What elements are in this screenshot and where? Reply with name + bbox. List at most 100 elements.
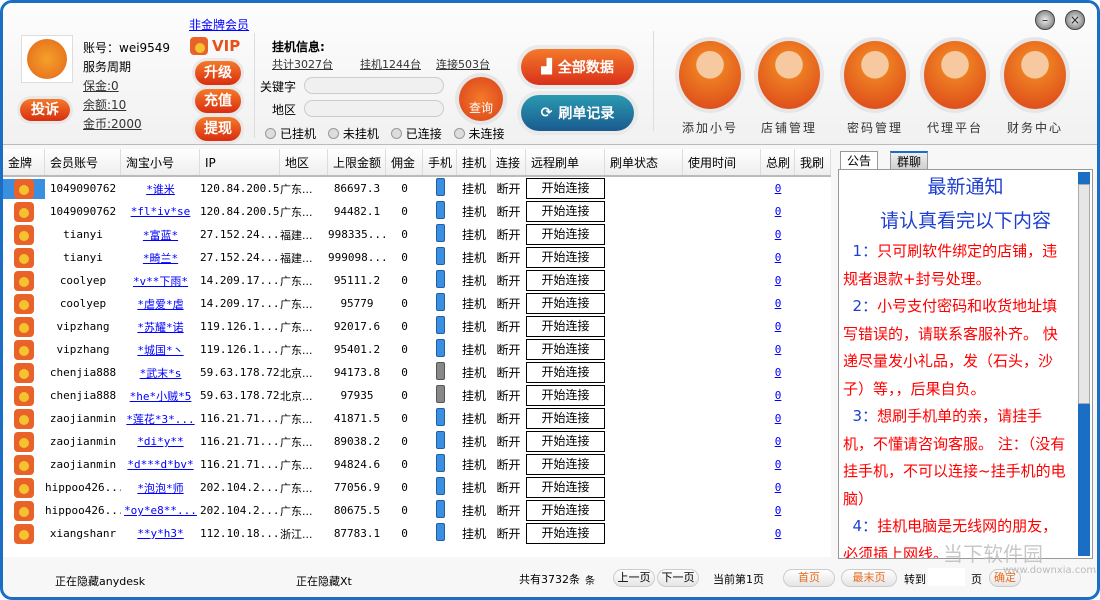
start-connect-button[interactable]: 开始连接 <box>526 454 605 475</box>
taobao-account-link[interactable]: *d***d*bv* <box>127 458 193 471</box>
start-connect-button[interactable]: 开始连接 <box>526 201 605 222</box>
agent-platform-tool[interactable]: 代理平台 <box>923 41 987 136</box>
upgrade-button[interactable]: 升级 <box>195 61 241 85</box>
total-orders-link[interactable]: 0 <box>775 366 782 379</box>
taobao-account-link[interactable]: *畸兰* <box>143 252 178 265</box>
start-connect-button[interactable]: 开始连接 <box>526 362 605 383</box>
table-row[interactable]: 1049090762 *fl*iv*se 120.84.200.5 广东... 9448… <box>3 200 831 223</box>
scrollbar-thumb[interactable] <box>1078 184 1090 404</box>
first-page-button[interactable]: 首页 <box>783 569 835 587</box>
column-header[interactable]: 挂机 <box>457 149 491 175</box>
column-header[interactable]: 佣金 <box>386 149 423 175</box>
total-orders-link[interactable]: 0 <box>775 228 782 241</box>
taobao-account-link[interactable]: *di*y** <box>137 435 183 448</box>
taobao-account-link[interactable]: *城国*丶 <box>137 344 183 357</box>
column-header[interactable]: 刷单状态 <box>605 149 683 175</box>
table-row[interactable]: hippoo426... *oy*e8**... 202.104.2... 广东...… <box>3 499 831 522</box>
taobao-account-link[interactable]: *莲花*3*... <box>126 413 194 426</box>
start-connect-button[interactable]: 开始连接 <box>526 523 605 544</box>
column-header[interactable]: 上限金额 <box>328 149 386 175</box>
column-header[interactable]: 手机 <box>423 149 457 175</box>
non-gold-member-link[interactable]: 非金牌会员 <box>189 16 249 33</box>
password-manage-tool[interactable]: 密码管理 <box>843 41 907 136</box>
table-row[interactable]: zaojianmin *d***d*bv* 116.21.71... 广东... 948… <box>3 453 831 476</box>
column-header[interactable]: 地区 <box>280 149 328 175</box>
start-connect-button[interactable]: 开始连接 <box>526 178 605 199</box>
start-connect-button[interactable]: 开始连接 <box>526 293 605 314</box>
table-row[interactable]: zaojianmin *di*y** 116.21.71... 广东... 89038.… <box>3 430 831 453</box>
deposit-link[interactable]: 保金:0 <box>83 79 119 93</box>
radio-not-hanging[interactable]: 未挂机 <box>327 127 379 141</box>
start-connect-button[interactable]: 开始连接 <box>526 247 605 268</box>
taobao-account-link[interactable]: *oy*e8**... <box>124 504 197 517</box>
total-orders-link[interactable]: 0 <box>775 274 782 287</box>
tab-group-chat[interactable]: 群聊 <box>890 151 929 171</box>
hanging-machines-link[interactable]: 挂机1244台 <box>360 56 421 72</box>
table-row[interactable]: vipzhang *城国*丶 119.126.1... 广东... 95401.2 0 挂机… <box>3 338 831 361</box>
start-connect-button[interactable]: 开始连接 <box>526 385 605 406</box>
taobao-account-link[interactable]: *fl*iv*se <box>131 205 191 218</box>
column-header[interactable]: 使用时间 <box>683 149 761 175</box>
total-orders-link[interactable]: 0 <box>775 504 782 517</box>
close-button[interactable]: × <box>1065 10 1085 30</box>
start-connect-button[interactable]: 开始连接 <box>526 500 605 521</box>
table-row[interactable]: tianyi *富蓝* 27.152.24... 福建... 998335... 0 挂机断… <box>3 223 831 246</box>
connected-machines-link[interactable]: 连接503台 <box>436 56 490 72</box>
start-connect-button[interactable]: 开始连接 <box>526 224 605 245</box>
total-orders-link[interactable]: 0 <box>775 435 782 448</box>
balance-link[interactable]: 余额:10 <box>83 98 126 112</box>
region-input[interactable] <box>304 100 444 117</box>
taobao-account-link[interactable]: *he*小贼*5 <box>130 390 192 403</box>
total-orders-link[interactable]: 0 <box>775 205 782 218</box>
taobao-account-link[interactable]: *武末*s <box>140 367 182 380</box>
table-row[interactable]: coolyep *虐爱*虐 14.209.17... 广东... 95779 0 挂机 断开开… <box>3 292 831 315</box>
total-orders-link[interactable]: 0 <box>775 481 782 494</box>
coins-link[interactable]: 金币:2000 <box>83 117 142 131</box>
column-header[interactable]: 连接 <box>491 149 526 175</box>
table-row[interactable]: xiangshanr **y*h3* 112.10.18... 浙江... 87783.… <box>3 522 831 545</box>
table-row[interactable]: 1049090762 *谁米 120.84.200.5 广东... 86697.3 0 挂机… <box>3 177 831 200</box>
total-orders-link[interactable]: 0 <box>775 297 782 310</box>
recharge-button[interactable]: 充值 <box>195 89 241 113</box>
taobao-account-link[interactable]: *v**下雨* <box>133 275 188 288</box>
next-page-button[interactable]: 下一页 <box>657 569 699 587</box>
total-orders-link[interactable]: 0 <box>775 527 782 540</box>
finance-center-tool[interactable]: 财务中心 <box>1003 41 1067 136</box>
table-row[interactable]: vipzhang *苏耀*诺 119.126.1... 广东... 92017.6 0 挂机… <box>3 315 831 338</box>
start-connect-button[interactable]: 开始连接 <box>526 477 605 498</box>
start-connect-button[interactable]: 开始连接 <box>526 408 605 429</box>
table-row[interactable]: tianyi *畸兰* 27.152.24... 福建... 999098... 0 挂机断… <box>3 246 831 269</box>
all-data-button[interactable]: ▟ 全部数据 <box>521 49 634 85</box>
column-header[interactable]: 会员账号 <box>45 149 121 175</box>
prev-page-button[interactable]: 上一页 <box>613 569 655 587</box>
goto-page-input[interactable] <box>928 568 965 586</box>
column-header[interactable]: 金牌 <box>3 149 45 175</box>
column-header[interactable]: 淘宝小号 <box>121 149 200 175</box>
add-account-tool[interactable]: 添加小号 <box>678 41 742 136</box>
taobao-account-link[interactable]: *虐爱*虐 <box>137 298 183 311</box>
keyword-input[interactable] <box>304 77 444 94</box>
column-header[interactable]: 我刷 <box>795 149 831 175</box>
total-orders-link[interactable]: 0 <box>775 343 782 356</box>
total-machines-link[interactable]: 共计3027台 <box>272 56 333 72</box>
total-orders-link[interactable]: 0 <box>775 251 782 264</box>
taobao-account-link[interactable]: **y*h3* <box>137 527 183 540</box>
radio-not-connected[interactable]: 未连接 <box>453 127 505 141</box>
taobao-account-link[interactable]: *富蓝* <box>143 229 178 242</box>
search-button[interactable]: 查询 <box>459 77 503 121</box>
shop-manage-tool[interactable]: 店铺管理 <box>757 41 821 136</box>
radio-connected[interactable]: 已连接 <box>390 127 442 141</box>
withdraw-button[interactable]: 提现 <box>195 117 241 141</box>
minimize-button[interactable]: – <box>1035 10 1055 30</box>
records-button[interactable]: ⟳ 刷单记录 <box>521 95 634 131</box>
total-orders-link[interactable]: 0 <box>775 182 782 195</box>
total-orders-link[interactable]: 0 <box>775 412 782 425</box>
taobao-account-link[interactable]: *苏耀*诺 <box>137 321 183 334</box>
start-connect-button[interactable]: 开始连接 <box>526 316 605 337</box>
table-row[interactable]: coolyep *v**下雨* 14.209.17... 广东... 95111.2 0 挂… <box>3 269 831 292</box>
table-row[interactable]: chenjia888 *he*小贼*5 59.63.178.72 北京... 97935… <box>3 384 831 407</box>
table-row[interactable]: zaojianmin *莲花*3*... 116.21.71... 广东... 4187… <box>3 407 831 430</box>
table-row[interactable]: chenjia888 *武末*s 59.63.178.72 北京... 94173.8 0… <box>3 361 831 384</box>
complain-button[interactable]: 投诉 <box>20 99 70 121</box>
column-header[interactable]: 远程刷单 <box>526 149 605 175</box>
